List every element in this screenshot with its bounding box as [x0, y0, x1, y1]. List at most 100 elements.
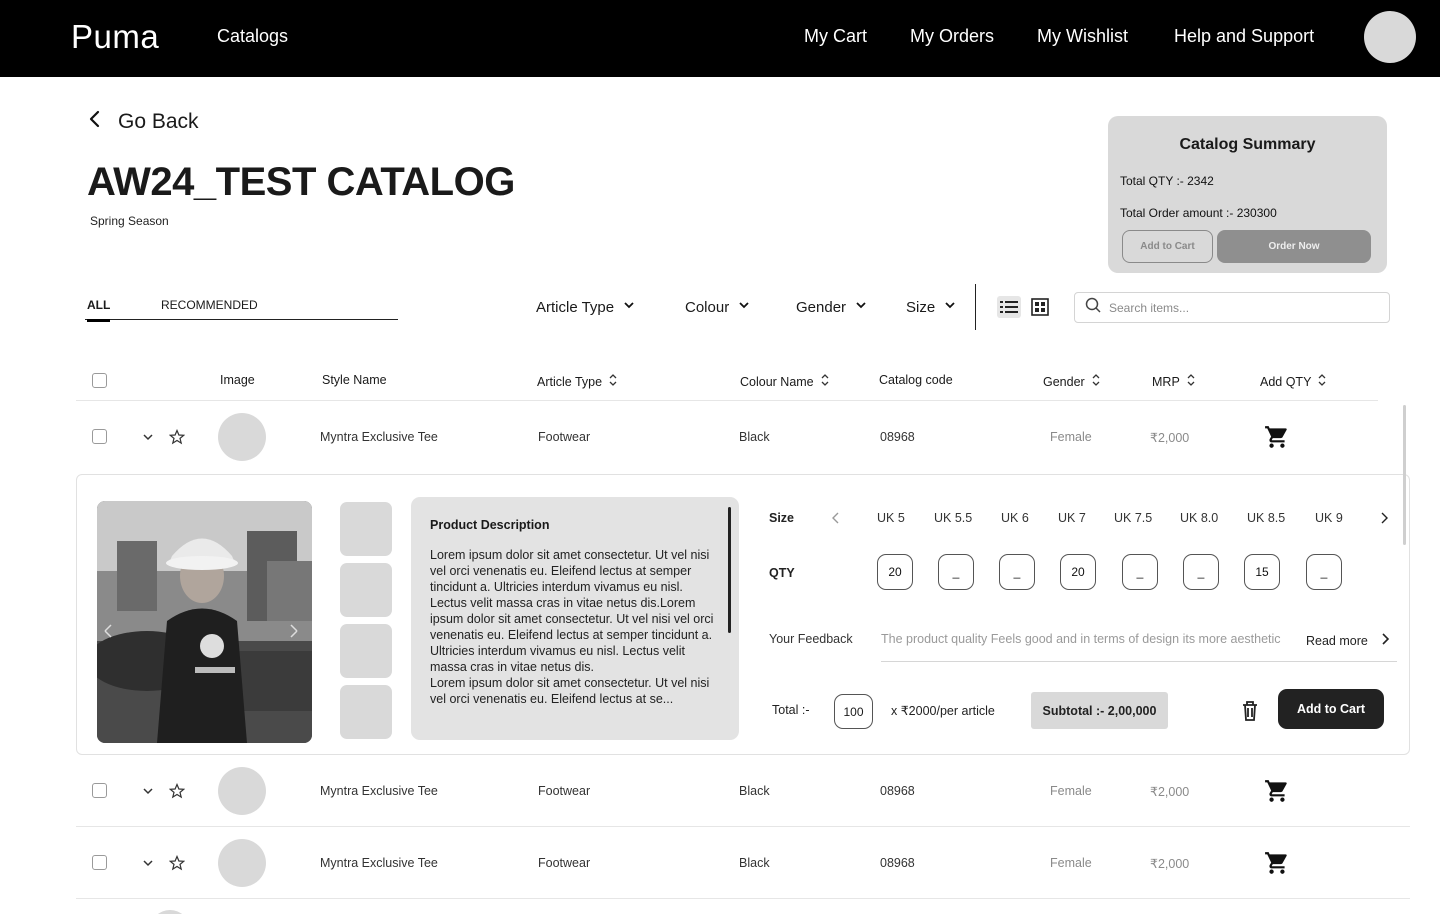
user-avatar[interactable] [1364, 11, 1416, 63]
cell-mrp: ₹2,000 [1150, 857, 1190, 871]
sort-icon [820, 373, 830, 390]
product-description-body: Lorem ipsum dolor sit amet consectetur. … [430, 548, 714, 706]
col-header-add-qty[interactable]: Add QTY [1260, 373, 1327, 390]
cell-gender: Female [1050, 784, 1092, 798]
cell-gender: Female [1050, 856, 1092, 870]
total-qty-input[interactable]: 100 [834, 694, 873, 729]
tab-all[interactable]: ALL [87, 298, 111, 322]
sort-icon [1186, 373, 1196, 390]
filter-gender[interactable]: Gender [796, 298, 868, 316]
row-checkbox[interactable] [92, 783, 107, 798]
grid-view-icon[interactable] [1028, 296, 1052, 318]
qty-input[interactable]: _ [1306, 554, 1342, 590]
qty-input[interactable]: 20 [1060, 554, 1096, 590]
product-main-photo[interactable] [97, 501, 312, 743]
sort-icon [1091, 373, 1101, 390]
nav-catalogs[interactable]: Catalogs [217, 26, 288, 47]
star-icon[interactable] [168, 854, 186, 872]
row-divider [76, 898, 1410, 899]
table-scrollbar[interactable] [1403, 405, 1406, 545]
col-header-colour-name[interactable]: Colour Name [740, 373, 830, 390]
nav-my-cart[interactable]: My Cart [804, 26, 867, 47]
qty-input[interactable]: _ [1183, 554, 1219, 590]
col-header-mrp[interactable]: MRP [1152, 373, 1196, 390]
tab-recommended[interactable]: RECOMMENDED [161, 298, 258, 312]
row-checkbox[interactable] [92, 429, 107, 444]
page-title: AW24_TEST CATALOG [87, 160, 515, 204]
brand-logo[interactable]: Puma [71, 18, 159, 56]
trash-icon[interactable] [1239, 699, 1261, 723]
row-checkbox[interactable] [92, 855, 107, 870]
product-gallery-thumb[interactable] [340, 563, 392, 617]
go-back-link[interactable]: Go Back [86, 110, 199, 134]
back-arrow-icon [86, 110, 104, 134]
size-option[interactable]: UK 7 [1058, 511, 1086, 525]
qty-label: QTY [769, 566, 795, 580]
cell-catalog-code: 08968 [880, 430, 915, 444]
catalog-summary-card: Catalog Summary Total QTY :- 2342 Total … [1108, 116, 1387, 273]
cell-catalog-code: 08968 [880, 856, 915, 870]
col-header-style-name[interactable]: Style Name [322, 373, 387, 387]
nav-help-support[interactable]: Help and Support [1174, 26, 1314, 47]
chevron-down-icon[interactable] [140, 855, 156, 871]
chevron-left-icon[interactable] [829, 511, 843, 525]
col-header-article-type[interactable]: Article Type [537, 373, 618, 390]
size-option[interactable]: UK 9 [1315, 511, 1343, 525]
summary-order-now-button[interactable]: Order Now [1217, 230, 1371, 263]
filter-size[interactable]: Size [906, 298, 957, 316]
col-header-gender[interactable]: Gender [1043, 373, 1101, 390]
sort-icon [1317, 373, 1327, 390]
qty-input[interactable]: _ [938, 554, 974, 590]
cart-icon[interactable] [1263, 849, 1291, 877]
product-gallery-thumb[interactable] [340, 502, 392, 556]
filter-colour[interactable]: Colour [685, 298, 751, 316]
size-option[interactable]: UK 5.5 [934, 511, 972, 525]
star-icon[interactable] [168, 782, 186, 800]
search-input[interactable] [1109, 300, 1369, 315]
feedback-text[interactable]: The product quality Feels good and in te… [881, 632, 1299, 646]
cart-icon[interactable] [1263, 423, 1291, 451]
qty-input[interactable]: _ [999, 554, 1035, 590]
size-option[interactable]: UK 8.0 [1180, 511, 1218, 525]
list-view-icon[interactable] [997, 296, 1021, 318]
chevron-down-icon[interactable] [140, 429, 156, 445]
col-header-catalog-code[interactable]: Catalog code [879, 373, 953, 387]
summary-add-to-cart-button[interactable]: Add to Cart [1122, 230, 1213, 263]
product-thumbnail[interactable] [218, 839, 266, 887]
size-option[interactable]: UK 5 [877, 511, 905, 525]
size-option[interactable]: UK 6 [1001, 511, 1029, 525]
read-more-link[interactable]: Read more [1306, 632, 1390, 649]
qty-input[interactable]: _ [1122, 554, 1158, 590]
product-thumbnail[interactable] [150, 910, 190, 914]
add-to-cart-button[interactable]: Add to Cart [1278, 689, 1384, 729]
subtotal-badge: Subtotal :- 2,00,000 [1031, 692, 1168, 729]
summary-title: Catalog Summary [1179, 136, 1316, 153]
filter-article-type[interactable]: Article Type [536, 298, 636, 316]
product-thumbnail[interactable] [218, 413, 266, 461]
chevron-down-icon [622, 298, 636, 316]
size-option[interactable]: UK 7.5 [1114, 511, 1152, 525]
size-option[interactable]: UK 8.5 [1247, 511, 1285, 525]
product-gallery-thumb[interactable] [340, 685, 392, 739]
chevron-down-icon[interactable] [140, 783, 156, 799]
product-thumbnail[interactable] [218, 767, 266, 815]
total-label: Total :- [772, 703, 810, 717]
go-back-label: Go Back [118, 110, 199, 133]
summary-total-amount: Total Order amount :- 230300 [1120, 206, 1277, 220]
star-icon[interactable] [168, 428, 186, 446]
qty-input[interactable]: 20 [877, 554, 913, 590]
qty-input[interactable]: 15 [1244, 554, 1280, 590]
search-box [1074, 292, 1390, 323]
select-all-checkbox[interactable] [92, 373, 107, 388]
feedback-underline [881, 661, 1397, 662]
filter-label: Gender [796, 298, 847, 316]
cart-icon[interactable] [1263, 777, 1291, 805]
filter-divider [975, 284, 976, 330]
nav-my-wishlist[interactable]: My Wishlist [1037, 26, 1128, 47]
nav-my-orders[interactable]: My Orders [910, 26, 994, 47]
description-scrollbar[interactable] [728, 507, 731, 633]
chevron-right-icon[interactable] [1377, 511, 1391, 525]
cell-article-type: Footwear [538, 856, 591, 870]
product-description-card: Product Description Lorem ipsum dolor si… [411, 497, 739, 740]
product-gallery-thumb[interactable] [340, 624, 392, 678]
